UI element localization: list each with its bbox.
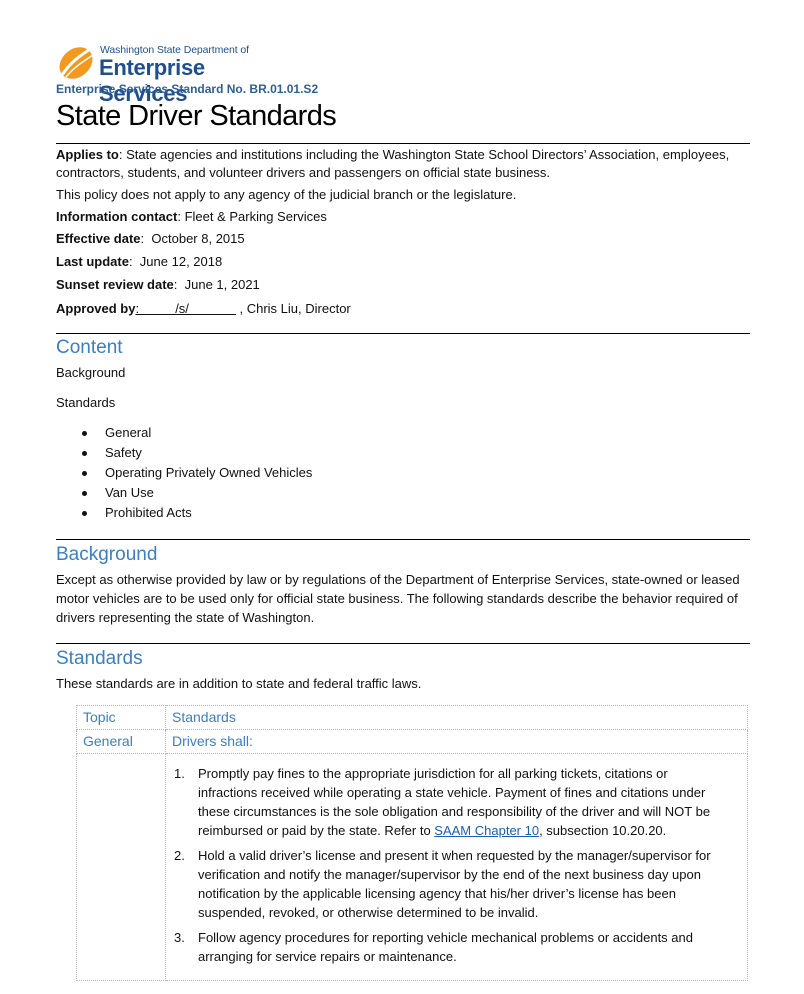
sunset-value: : June 1, 2021 [173, 277, 260, 292]
applies-to-label: Applies to [56, 147, 119, 162]
table-header-row: Topic Standards [76, 705, 748, 730]
bullet-icon [82, 471, 87, 476]
last-update-label: Last update [56, 254, 129, 269]
last-update-value: : June 12, 2018 [128, 254, 223, 269]
effective-date: Effective date: October 8, 2015 [56, 230, 750, 248]
standards-intro: These standards are in addition to state… [56, 676, 422, 691]
standards-list: 1. Promptly pay fines to the appropriate… [172, 754, 747, 980]
content-sub-list: General Safety Operating Privately Owned… [80, 423, 312, 523]
title-divider [56, 143, 750, 144]
content-item-standards[interactable]: Standards [56, 393, 746, 412]
standard-number: Enterprise Services Standard No. BR.01.0… [56, 82, 319, 96]
content-sub-item[interactable]: Prohibited Acts [80, 503, 312, 523]
agency-logo: Washington State Department of Enterpris… [56, 41, 296, 106]
contact-value: : Fleet & Parking Services [177, 209, 327, 224]
header-topic: Topic [76, 705, 166, 730]
applies-to-value: : State agencies and institutions includ… [56, 147, 730, 180]
content-heading: Content [56, 337, 123, 358]
standard-item: 1. Promptly pay fines to the appropriate… [174, 766, 711, 838]
page-title: State Driver Standards [56, 100, 337, 132]
standards-heading: Standards [56, 648, 143, 669]
background-paragraph: Except as otherwise provided by law or b… [56, 572, 740, 625]
standard-item: 2. Hold a valid driver’s license and pre… [174, 848, 711, 920]
orange-swoosh-logo-icon [59, 45, 97, 79]
sunset-review-date: Sunset review date: June 1, 2021 [56, 276, 750, 294]
sunset-label: Sunset review date [56, 277, 174, 292]
content-item-background[interactable]: Background [56, 363, 746, 382]
approved-label: Approved by [56, 301, 136, 316]
standard-item: 3. Follow agency procedures for reportin… [174, 930, 693, 964]
content-sub-item[interactable]: Van Use [80, 483, 312, 503]
approved-value: , Chris Liu, Director [235, 301, 351, 316]
section-divider-standards [56, 643, 750, 644]
standards-list-cell: 1. Promptly pay fines to the appropriate… [165, 753, 748, 981]
content-sub-item[interactable]: General [80, 423, 312, 443]
information-contact: Information contact: Fleet & Parking Ser… [56, 208, 750, 226]
table-row: General Drivers shall: [76, 729, 748, 754]
contact-label: Information contact [56, 209, 178, 224]
content-sub-item[interactable]: Operating Privately Owned Vehicles [80, 463, 312, 483]
table-row: 1. Promptly pay fines to the appropriate… [76, 753, 748, 981]
header-standards: Standards [165, 705, 748, 730]
bullet-icon [82, 431, 87, 436]
bullet-icon [82, 511, 87, 516]
saam-chapter-link[interactable]: SAAM Chapter 10 [434, 823, 539, 838]
bullet-icon [82, 451, 87, 456]
standards-table: Topic Standards General Drivers shall: 1… [76, 705, 748, 981]
bullet-icon [82, 491, 87, 496]
effective-date-value: : October 8, 2015 [140, 231, 245, 246]
content-sub-item[interactable]: Safety [80, 443, 312, 463]
section-divider-content [56, 333, 750, 334]
approved-signature: : /s/ [135, 301, 236, 316]
lead-cell: Drivers shall: [165, 729, 748, 754]
last-update: Last update: June 12, 2018 [56, 253, 750, 271]
section-divider-background [56, 539, 750, 540]
approved-by: Approved by: /s/ , Chris Liu, Director [56, 300, 750, 318]
applies-to: Applies to: State agencies and instituti… [56, 146, 750, 182]
topic-cell: General [76, 729, 166, 754]
exclusion-note: This policy does not apply to any agency… [56, 187, 517, 202]
effective-date-label: Effective date [56, 231, 141, 246]
background-heading: Background [56, 544, 158, 565]
empty-topic-cell [76, 753, 166, 981]
